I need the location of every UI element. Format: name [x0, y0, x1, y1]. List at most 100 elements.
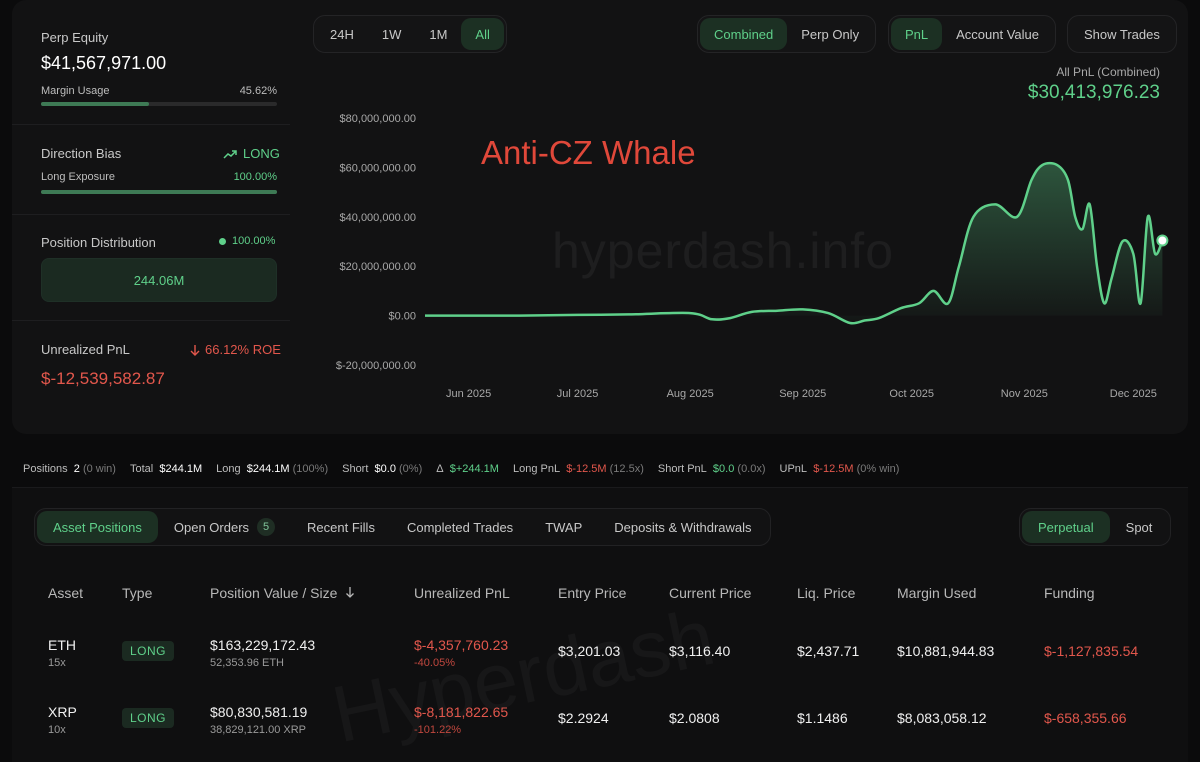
col-funding[interactable]: Funding — [1044, 580, 1174, 606]
col-current-price[interactable]: Current Price — [669, 580, 797, 606]
x-tick-label: Oct 2025 — [889, 388, 934, 400]
x-tick-label: Sep 2025 — [779, 388, 826, 400]
direction-value: LONG — [243, 146, 280, 161]
tab-asset-positions[interactable]: Asset Positions — [37, 511, 158, 543]
long-exposure-label: Long Exposure — [41, 171, 115, 183]
col-position-value[interactable]: Position Value / Size — [210, 580, 414, 606]
position-distribution-value: 100.00% — [232, 235, 276, 247]
x-tick-label: Nov 2025 — [1001, 388, 1048, 400]
tab-recent-fills[interactable]: Recent Fills — [291, 511, 391, 543]
col-asset[interactable]: Asset — [48, 580, 122, 606]
leverage: 10x — [48, 724, 66, 736]
mode-tab-perp-only[interactable]: Perp Only — [787, 18, 873, 50]
table-row[interactable]: XRP 10x LONG $80,830,581.19 38,829,121.00 … — [48, 673, 1174, 740]
current-price: $3,116.40 — [669, 643, 731, 659]
margin-used: $10,881,944.83 — [897, 643, 995, 659]
x-tick-label: Jul 2025 — [557, 388, 599, 400]
direction-indicator: LONG — [223, 146, 280, 161]
positions-summary: Positions 2 (0 win) Total $244.1M Long $… — [23, 463, 899, 475]
summary-total: Total $244.1M — [129, 463, 203, 475]
x-tick-label: Aug 2025 — [667, 388, 714, 400]
dot-icon — [219, 237, 226, 245]
table-header-row: Asset Type Position Value / Size Unreali… — [48, 580, 1174, 606]
market-tabs: Perpetual Spot — [1019, 508, 1172, 546]
arrow-down-icon — [190, 344, 200, 356]
pnl-chart[interactable]: $80,000,000.00 $60,000,000.00 $40,000,000.… — [320, 60, 1180, 410]
sort-down-icon — [346, 587, 355, 598]
x-tick-label: Dec 2025 — [1110, 388, 1157, 400]
summary-long-pnl: Long PnL $-12.5M (12.5x) — [512, 463, 644, 475]
range-tab-1m[interactable]: 1M — [415, 18, 461, 50]
long-exposure-value: 100.00% — [233, 171, 277, 183]
metric-tab-account-value[interactable]: Account Value — [942, 18, 1053, 50]
type-badge: LONG — [122, 708, 175, 728]
perp-equity-value: $41,567,971.00 — [41, 53, 167, 73]
long-exposure-fill — [41, 190, 277, 194]
funding: $-658,355.66 — [1044, 710, 1127, 726]
range-tab-24h[interactable]: 24H — [316, 18, 368, 50]
col-margin-used[interactable]: Margin Used — [897, 580, 1044, 606]
pnl-endpoint — [1156, 234, 1169, 247]
y-tick-label: $0.00 — [388, 311, 416, 323]
entry-price: $2.2924 — [558, 710, 609, 726]
y-tick-label: $20,000,000.00 — [340, 261, 416, 273]
margin-usage-fill — [41, 102, 149, 106]
liq-price: $1.1486 — [797, 710, 848, 726]
annotation-title: Anti-CZ Whale — [481, 134, 696, 171]
range-tab-1w[interactable]: 1W — [368, 18, 416, 50]
long-exposure-row: Long Exposure 100.00% — [41, 171, 277, 183]
table-row[interactable]: ETH 15x LONG $163,229,172.43 52,353.96 ETH… — [48, 606, 1174, 673]
roe-value: 66.12% ROE — [205, 342, 281, 357]
metric-selector: PnL Account Value — [888, 15, 1057, 53]
pnl-area — [425, 163, 1163, 324]
show-trades-button[interactable]: Show Trades — [1070, 18, 1174, 50]
unrealized-pnl-label: Unrealized PnL — [41, 342, 130, 357]
col-liq-price[interactable]: Liq. Price — [797, 580, 897, 606]
tab-completed-trades[interactable]: Completed Trades — [391, 511, 529, 543]
unrealized-pnl-value: $-12,539,582.87 — [41, 369, 165, 388]
long-exposure-bar — [41, 190, 277, 194]
range-selector: 24H 1W 1M All — [313, 15, 507, 53]
margin-usage-label: Margin Usage — [41, 85, 110, 97]
position-tabs: Asset Positions Open Orders 5 Recent Fill… — [34, 508, 771, 546]
x-tick-label: Jun 2025 — [446, 388, 491, 400]
metric-tab-pnl[interactable]: PnL — [891, 18, 943, 50]
tab-twap[interactable]: TWAP — [529, 511, 598, 543]
tab-perpetual[interactable]: Perpetual — [1022, 511, 1110, 543]
unrealized-pnl-pct: -101.22% — [414, 724, 462, 736]
col-unrealized-pnl[interactable]: Unrealized PnL — [414, 580, 558, 606]
distribution-bar[interactable]: 244.06M — [41, 258, 277, 302]
col-entry-price[interactable]: Entry Price — [558, 580, 669, 606]
mode-tab-combined[interactable]: Combined — [700, 18, 788, 50]
perp-equity-label: Perp Equity — [41, 30, 109, 45]
asset-name[interactable]: XRP — [48, 704, 122, 720]
divider — [12, 214, 290, 215]
direction-bias-label: Direction Bias — [41, 146, 122, 161]
y-tick-label: $80,000,000.00 — [340, 113, 416, 125]
type-badge: LONG — [122, 641, 175, 661]
show-trades-group: Show Trades — [1067, 15, 1177, 53]
tab-spot[interactable]: Spot — [1110, 511, 1169, 543]
range-tab-all[interactable]: All — [461, 18, 504, 50]
unrealized-pnl: $-4,357,760.23 — [414, 637, 509, 653]
unrealized-pnl-pct: -40.05% — [414, 657, 455, 669]
current-price: $2.0808 — [669, 710, 720, 726]
margin-used: $8,083,058.12 — [897, 710, 987, 726]
funding: $-1,127,835.54 — [1044, 643, 1139, 659]
y-tick-label: $60,000,000.00 — [340, 162, 416, 174]
open-orders-count-badge: 5 — [257, 518, 276, 536]
summary-upnl: UPnL $-12.5M (0% win) — [779, 463, 900, 475]
asset-name[interactable]: ETH — [48, 637, 122, 653]
position-value: $163,229,172.43 — [210, 637, 316, 653]
mode-selector: Combined Perp Only — [697, 15, 877, 53]
distribution-value: 244.06M — [133, 272, 185, 288]
summary-positions: Positions 2 (0 win) — [23, 463, 116, 475]
margin-usage-row: Margin Usage 45.62% — [41, 85, 277, 97]
col-type[interactable]: Type — [122, 580, 210, 606]
divider — [12, 124, 290, 125]
liq-price: $2,437.71 — [797, 643, 860, 659]
leverage: 15x — [48, 657, 66, 669]
tab-deposits-withdrawals[interactable]: Deposits & Withdrawals — [598, 511, 767, 543]
entry-price: $3,201.03 — [558, 643, 621, 659]
tab-open-orders[interactable]: Open Orders 5 — [158, 511, 291, 543]
